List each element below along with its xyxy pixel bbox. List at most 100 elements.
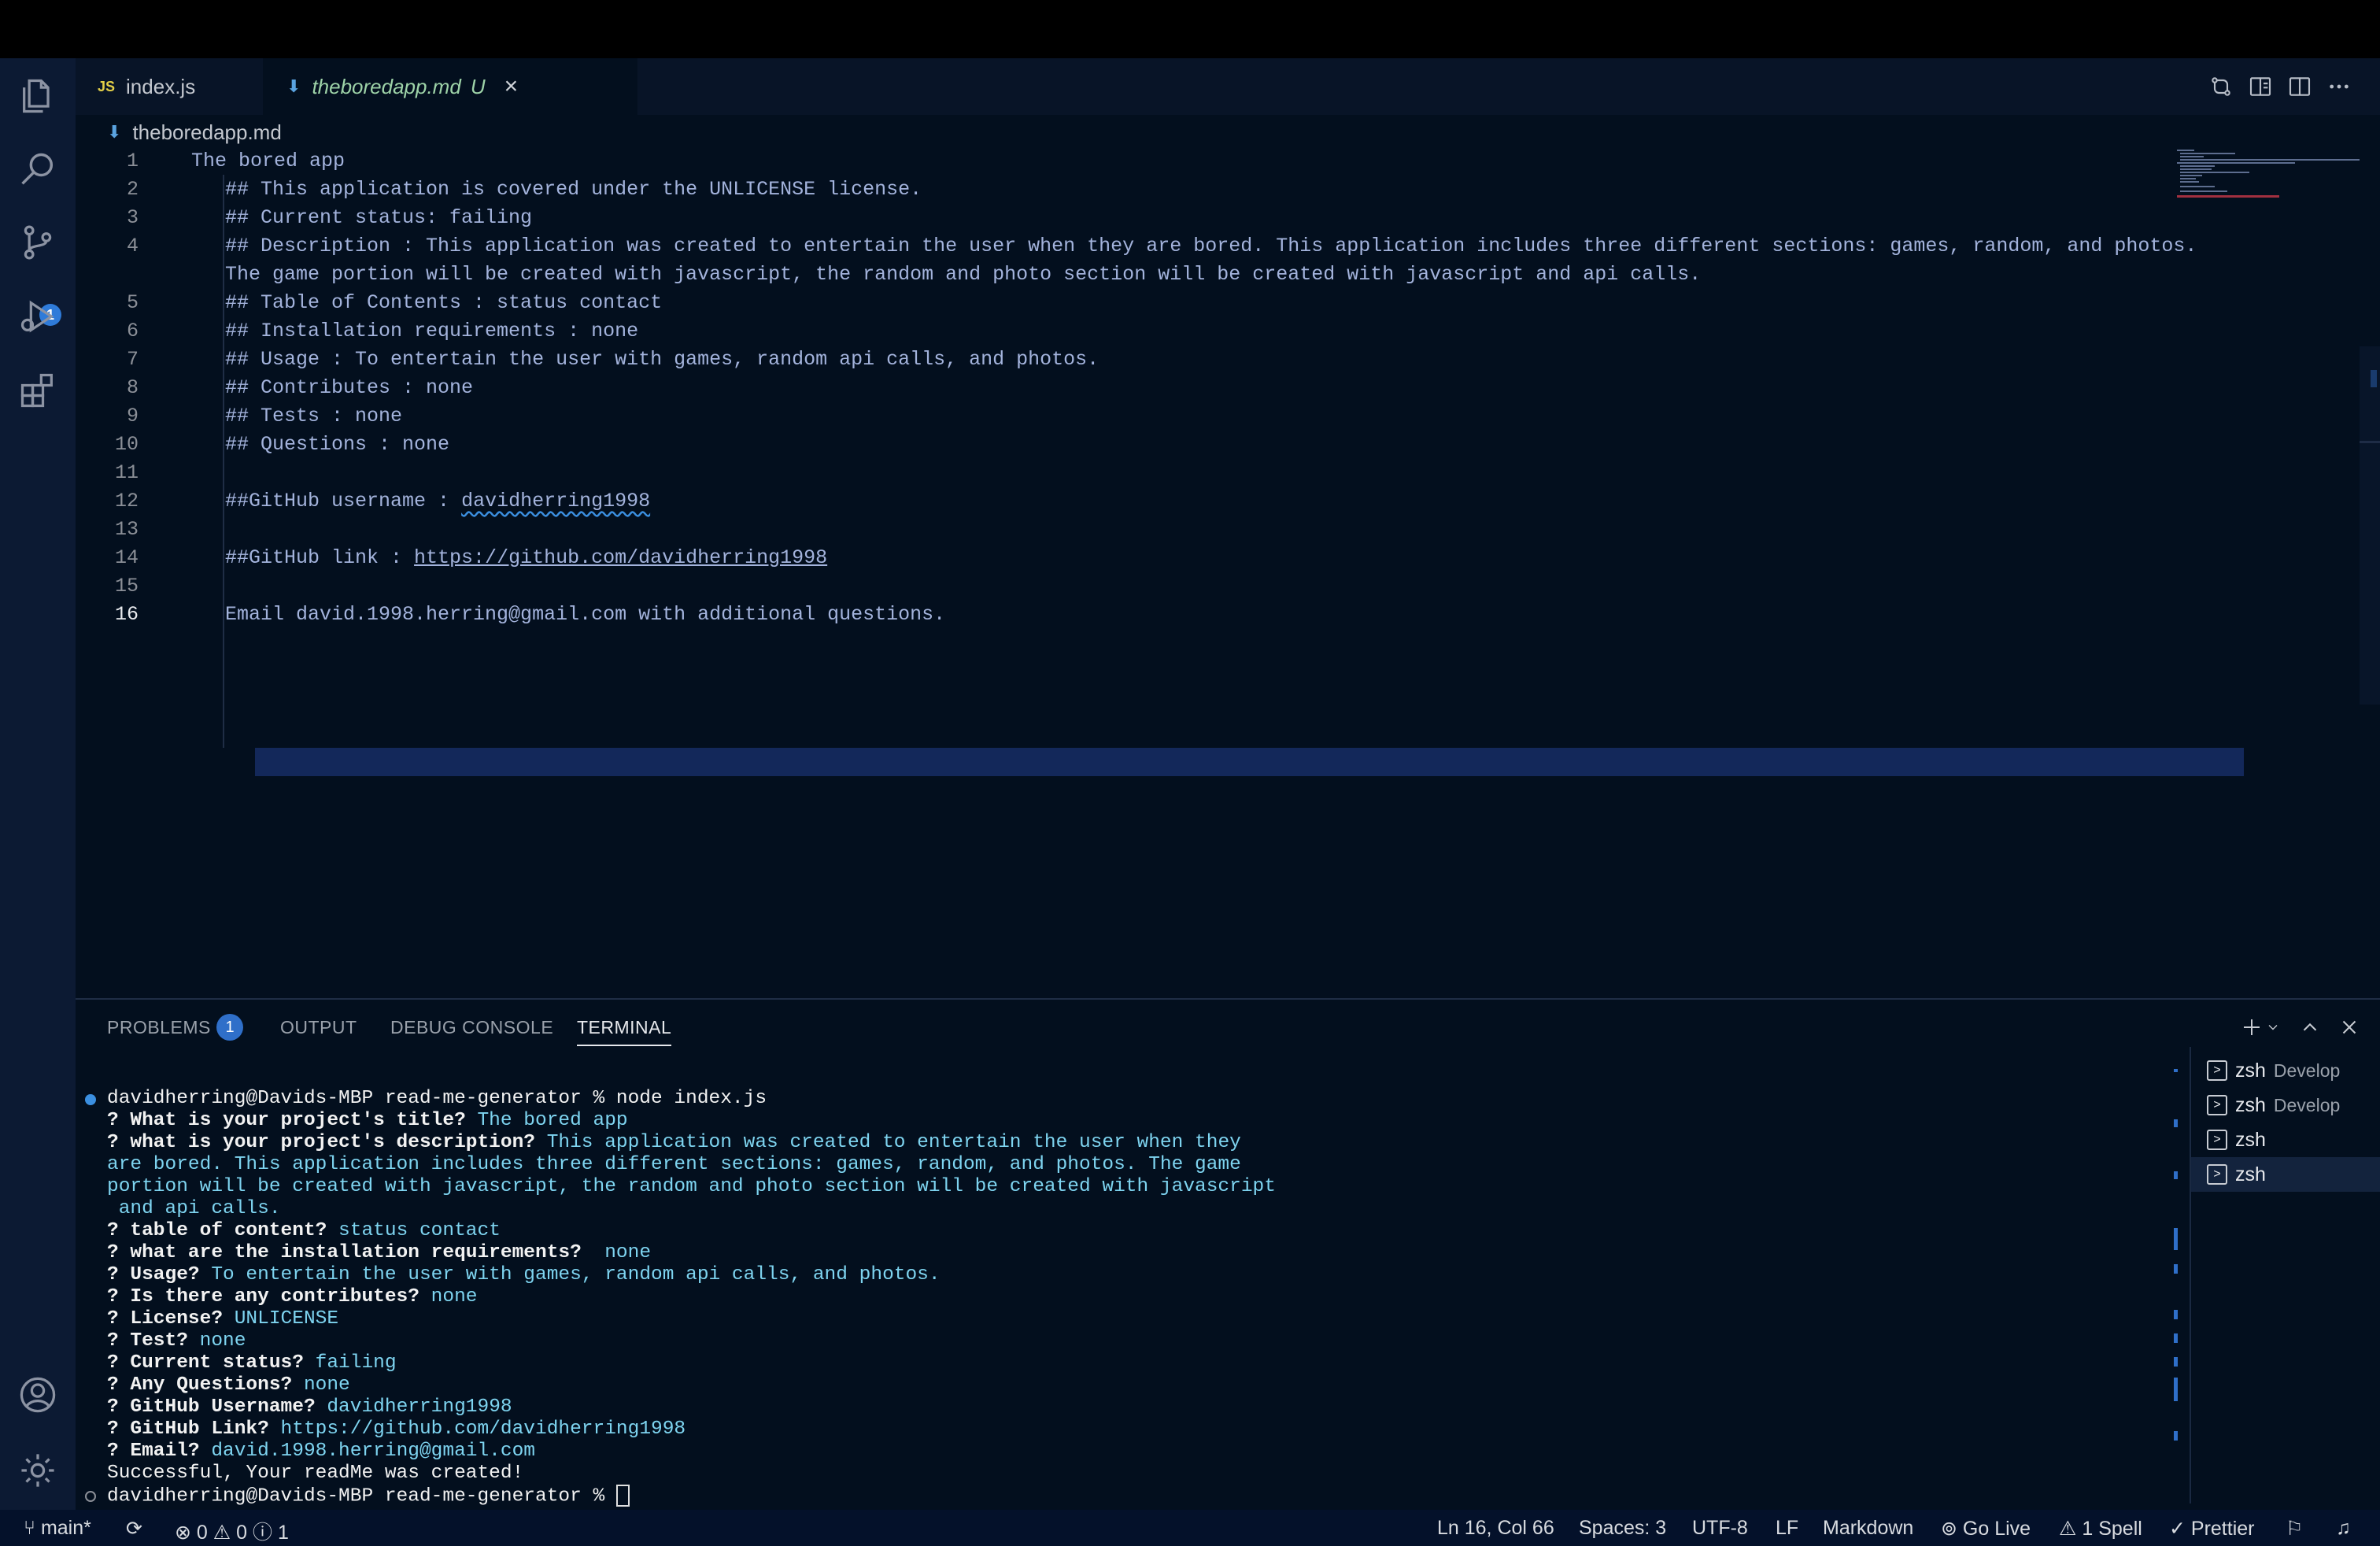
breadcrumb[interactable]: ⬇ theboredapp.md: [107, 118, 282, 146]
code-text: ##GitHub link :: [225, 546, 415, 569]
settings-gear-icon[interactable]: [17, 1450, 58, 1491]
tab-theboredapp-md[interactable]: ⬇ theboredapp.md U ×: [263, 58, 638, 115]
terminal-item[interactable]: > zsh Develop: [2191, 1088, 2380, 1123]
extensions-icon[interactable]: [17, 370, 58, 411]
spell-check-status[interactable]: ⚠ 1 Spell: [2059, 1517, 2142, 1540]
code-line: ## Current status: failing: [225, 206, 533, 229]
prompt-answer: failing: [303, 1352, 397, 1374]
terminal-icon: >: [2207, 1060, 2227, 1081]
indentation[interactable]: Spaces: 3: [1579, 1517, 1666, 1540]
code-editor[interactable]: 1 2 3 4 5 6 7 8 9 10 11 12 13 14 15 16 T…: [76, 146, 2358, 997]
error-icon: ⊗: [175, 1522, 197, 1544]
explorer-icon[interactable]: [17, 76, 58, 117]
prompt-question: ? Usage?: [107, 1264, 200, 1285]
terminal-name: zsh: [2235, 1163, 2266, 1185]
open-preview-icon[interactable]: [2248, 74, 2273, 99]
warning-icon: ⚠: [2059, 1518, 2082, 1540]
line-number: 3: [126, 206, 139, 229]
terminal-prompt: davidherring@Davids-MBP read-me-generato…: [107, 1485, 616, 1507]
prompt-answer: davidherring1998: [315, 1396, 512, 1418]
close-panel-icon[interactable]: [2338, 1015, 2361, 1039]
code-line: ## Installation requirements : none: [225, 320, 639, 342]
activity-bar: 1: [0, 58, 76, 1510]
language-mode[interactable]: Markdown: [1823, 1517, 1913, 1540]
scrollbar-marker: [2174, 1264, 2178, 1274]
line-number: 6: [126, 320, 139, 342]
terminal-icon: >: [2207, 1164, 2227, 1185]
tab-debug-console[interactable]: DEBUG CONSOLE: [390, 1017, 553, 1038]
terminal-name: zsh: [2235, 1059, 2266, 1082]
code-line: ## Table of Contents : status contact: [225, 291, 663, 314]
maximize-panel-icon[interactable]: [2298, 1015, 2322, 1039]
split-editor-icon[interactable]: [2287, 74, 2312, 99]
warning-count: 0: [236, 1522, 248, 1544]
code-line: ## Description : This application was cr…: [225, 235, 2197, 257]
prompt-question: ? what is your project's description?: [107, 1132, 535, 1153]
scrollbar-marker: [2174, 1378, 2178, 1401]
tab-problems[interactable]: PROBLEMS: [107, 1017, 211, 1038]
more-actions-icon[interactable]: [2326, 74, 2352, 99]
scrollbar-marker: [2174, 1333, 2178, 1343]
terminal-folder: Develop: [2273, 1060, 2341, 1081]
tab-index-js[interactable]: JS index.js: [76, 58, 284, 115]
prompt-question: ? Email?: [107, 1441, 200, 1462]
close-tab-icon[interactable]: ×: [504, 73, 519, 100]
prompt-answer: https://github.com/davidherring1998: [268, 1418, 686, 1440]
branch-status[interactable]: ⑂ main*: [24, 1517, 91, 1540]
line-number: 15: [114, 575, 139, 597]
prompt-answer: and api calls.: [107, 1198, 281, 1219]
terminal-name: zsh: [2235, 1128, 2266, 1151]
terminal-command: node index.js: [615, 1088, 767, 1109]
account-icon[interactable]: [17, 1374, 58, 1415]
line-number: 1: [126, 150, 139, 172]
check-double-icon: ✓: [2169, 1518, 2191, 1540]
end-of-line[interactable]: LF: [1776, 1517, 1798, 1540]
tab-output[interactable]: OUTPUT: [280, 1017, 357, 1038]
go-live-button[interactable]: ⊚ Go Live: [1941, 1517, 2031, 1540]
terminal-folder: Develop: [2273, 1094, 2341, 1115]
scrollbar-marker: [2174, 1310, 2178, 1319]
terminal-item[interactable]: > zsh: [2191, 1123, 2380, 1157]
encoding[interactable]: UTF-8: [1692, 1517, 1748, 1540]
new-terminal-icon[interactable]: [2240, 1015, 2264, 1039]
git-branch-icon: ⑂: [24, 1517, 41, 1539]
open-changes-icon[interactable]: [2208, 74, 2234, 99]
problems-status[interactable]: ⊗ 0 ⚠ 0 ⓘ 1: [175, 1517, 289, 1545]
prompt-question: ? what are the installation requirements…: [107, 1242, 582, 1263]
prompt-question: ? What is your project's title?: [107, 1110, 466, 1131]
prettier-status[interactable]: ✓ Prettier: [2169, 1517, 2255, 1540]
prompt-answer: The bored app: [465, 1110, 628, 1131]
scrollbar-marker: [2174, 1357, 2178, 1367]
cursor-position[interactable]: Ln 16, Col 66: [1437, 1517, 1554, 1540]
terminal-item[interactable]: > zsh Develop: [2191, 1053, 2380, 1088]
markdown-file-icon: ⬇: [286, 76, 301, 96]
run-debug-icon[interactable]: [17, 296, 58, 337]
line-number: 2: [126, 178, 139, 201]
terminal-item-active[interactable]: > zsh: [2191, 1157, 2380, 1192]
tab-terminal[interactable]: TERMINAL: [577, 1017, 672, 1046]
editor-tab-bar: JS index.js ⬇ theboredapp.md U ×: [76, 58, 2380, 115]
prompt-answer: UNLICENSE: [223, 1308, 339, 1330]
search-icon[interactable]: [17, 150, 58, 190]
chevron-down-icon[interactable]: [2265, 1015, 2281, 1039]
line-number: 7: [126, 348, 139, 371]
current-line-highlight: [255, 748, 2244, 776]
tab-label: index.js: [126, 74, 196, 98]
editor-scrollbar[interactable]: [2356, 346, 2380, 705]
github-link[interactable]: https://github.com/davidherring1998: [414, 546, 827, 569]
source-control-icon[interactable]: [17, 222, 58, 263]
code-line: The bored app: [191, 150, 346, 172]
prompt-question: ? GitHub Link?: [107, 1418, 269, 1440]
prompt-question: ? Any Questions?: [107, 1374, 293, 1396]
broadcast-icon: ⊚: [1941, 1518, 1963, 1540]
prompt-question: ? GitHub Username?: [107, 1396, 316, 1418]
feedback-icon[interactable]: ⚐: [2286, 1517, 2303, 1540]
prompt-answer: To entertain the user with games, random…: [199, 1264, 941, 1285]
sync-icon[interactable]: ⟳: [126, 1517, 142, 1540]
line-number: 12: [114, 490, 139, 512]
go-live-label: Go Live: [1962, 1518, 2031, 1540]
minimap[interactable]: [2174, 146, 2360, 209]
notifications-bell-icon[interactable]: ♫: [2336, 1517, 2351, 1540]
code-text: ##GitHub username :: [225, 490, 462, 512]
prompt-answer: none: [419, 1286, 478, 1307]
